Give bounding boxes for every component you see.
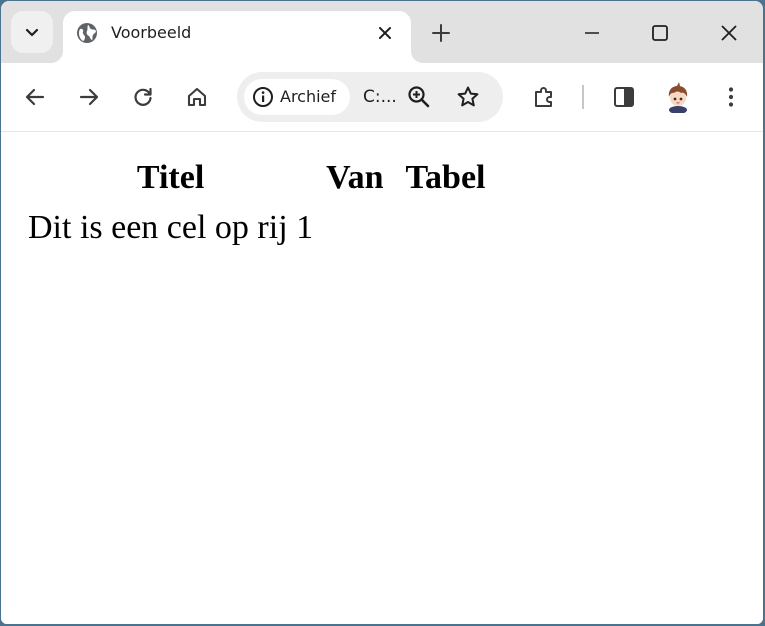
site-info-chip[interactable]: Archief: [244, 79, 350, 115]
reload-icon: [134, 87, 152, 106]
data-table: Titel Van Tabel Dit is een cel op rij 1: [25, 152, 498, 254]
menu-button[interactable]: [713, 79, 749, 115]
close-icon: [721, 25, 737, 41]
tab-active[interactable]: Voorbeeld: [63, 11, 411, 63]
address-bar[interactable]: Archief C:...: [237, 72, 503, 122]
home-icon: [187, 87, 207, 107]
table-cell-empty: [316, 204, 393, 252]
bookmark-button[interactable]: [452, 81, 484, 113]
zoom-in-icon: [408, 86, 430, 108]
column-header: Van: [326, 159, 384, 196]
tab-close-button[interactable]: [375, 23, 395, 43]
chevron-down-icon: [25, 28, 39, 37]
tab-search-button[interactable]: [11, 11, 53, 53]
close-icon: [379, 27, 391, 39]
site-info-label: Archief: [280, 87, 337, 106]
maximize-icon: [652, 25, 668, 41]
table-row: Dit is een cel op rij 1: [27, 204, 496, 252]
puzzle-icon: [535, 87, 552, 107]
back-button[interactable]: [17, 79, 53, 115]
plus-icon: [432, 24, 450, 42]
tab-strip: Voorbeeld: [1, 1, 763, 63]
extensions-button[interactable]: [526, 79, 562, 115]
info-icon: [253, 87, 273, 107]
maximize-button[interactable]: [640, 13, 680, 53]
tab-title: Voorbeeld: [111, 23, 192, 42]
close-window-button[interactable]: [709, 13, 749, 53]
url-text[interactable]: C:...: [363, 87, 397, 107]
arrow-right-icon: [79, 88, 99, 106]
star-icon: [457, 86, 479, 107]
page-content: Titel Van Tabel Dit is een cel op rij 1: [1, 132, 763, 624]
browser-toolbar: Archief C:...: [1, 63, 763, 132]
minimize-icon: [585, 32, 599, 34]
home-button[interactable]: [179, 79, 215, 115]
globe-icon: [77, 23, 97, 43]
column-header: Tabel: [405, 159, 486, 196]
forward-button[interactable]: [71, 79, 107, 115]
reload-button[interactable]: [125, 79, 161, 115]
table-cell-empty: [396, 204, 496, 252]
side-panel-button[interactable]: [606, 79, 642, 115]
toolbar-divider: [582, 85, 584, 109]
column-header: Titel: [136, 159, 205, 196]
side-panel-icon: [614, 87, 634, 107]
browser-window: Voorbeeld Archief C:... Titel Van Tabel …: [1, 1, 763, 624]
arrow-left-icon: [25, 88, 45, 106]
more-vert-icon: [728, 87, 734, 107]
zoom-button[interactable]: [403, 81, 435, 113]
new-tab-button[interactable]: [427, 19, 455, 47]
avatar[interactable]: [662, 81, 694, 113]
table-header-row: Titel Van Tabel: [27, 154, 496, 202]
table-cell: Dit is een cel op rij 1: [28, 209, 314, 246]
minimize-button[interactable]: [572, 13, 612, 53]
